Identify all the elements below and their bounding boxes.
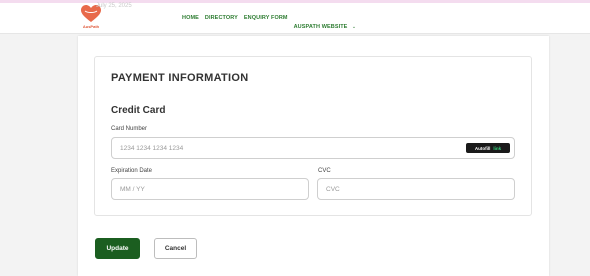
credit-card-title: Credit Card: [111, 105, 166, 116]
nav-directory[interactable]: DIRECTORY: [205, 15, 238, 33]
expiration-date-label: Expiration Date: [111, 168, 153, 174]
update-button[interactable]: Update: [95, 238, 140, 259]
autofill-link-button[interactable]: Autofill link: [466, 143, 510, 153]
expiration-date-input[interactable]: [111, 178, 309, 200]
card-number-label: Card Number: [111, 126, 148, 132]
nav-enquiry-form[interactable]: ENQUIRY FORM: [244, 15, 288, 33]
chevron-down-icon: ⌄: [351, 24, 357, 30]
faded-date-text: July 25, 2025: [96, 3, 132, 9]
card-number-input[interactable]: [111, 137, 515, 159]
cvc-input[interactable]: [317, 178, 515, 200]
logo-text: AusPath: [82, 24, 100, 29]
nav-auspath-website-label: AUSPATH WEBSITE: [293, 24, 348, 30]
link-brand-text: link: [493, 145, 502, 151]
main-nav: HOME DIRECTORY ENQUIRY FORM AUSPATH WEBS…: [182, 15, 356, 33]
payment-title: PAYMENT INFORMATION: [111, 72, 249, 84]
logo[interactable]: AusPath: [76, 5, 106, 33]
nav-home[interactable]: HOME: [182, 15, 199, 33]
site-header: AusPath July 25, 2025 HOME DIRECTORY ENQ…: [0, 3, 590, 34]
cancel-button[interactable]: Cancel: [154, 238, 197, 259]
autofill-label: Autofill: [474, 145, 491, 151]
nav-auspath-website[interactable]: AUSPATH WEBSITE ⌄: [294, 15, 357, 33]
cvc-label: CVC: [318, 168, 331, 174]
